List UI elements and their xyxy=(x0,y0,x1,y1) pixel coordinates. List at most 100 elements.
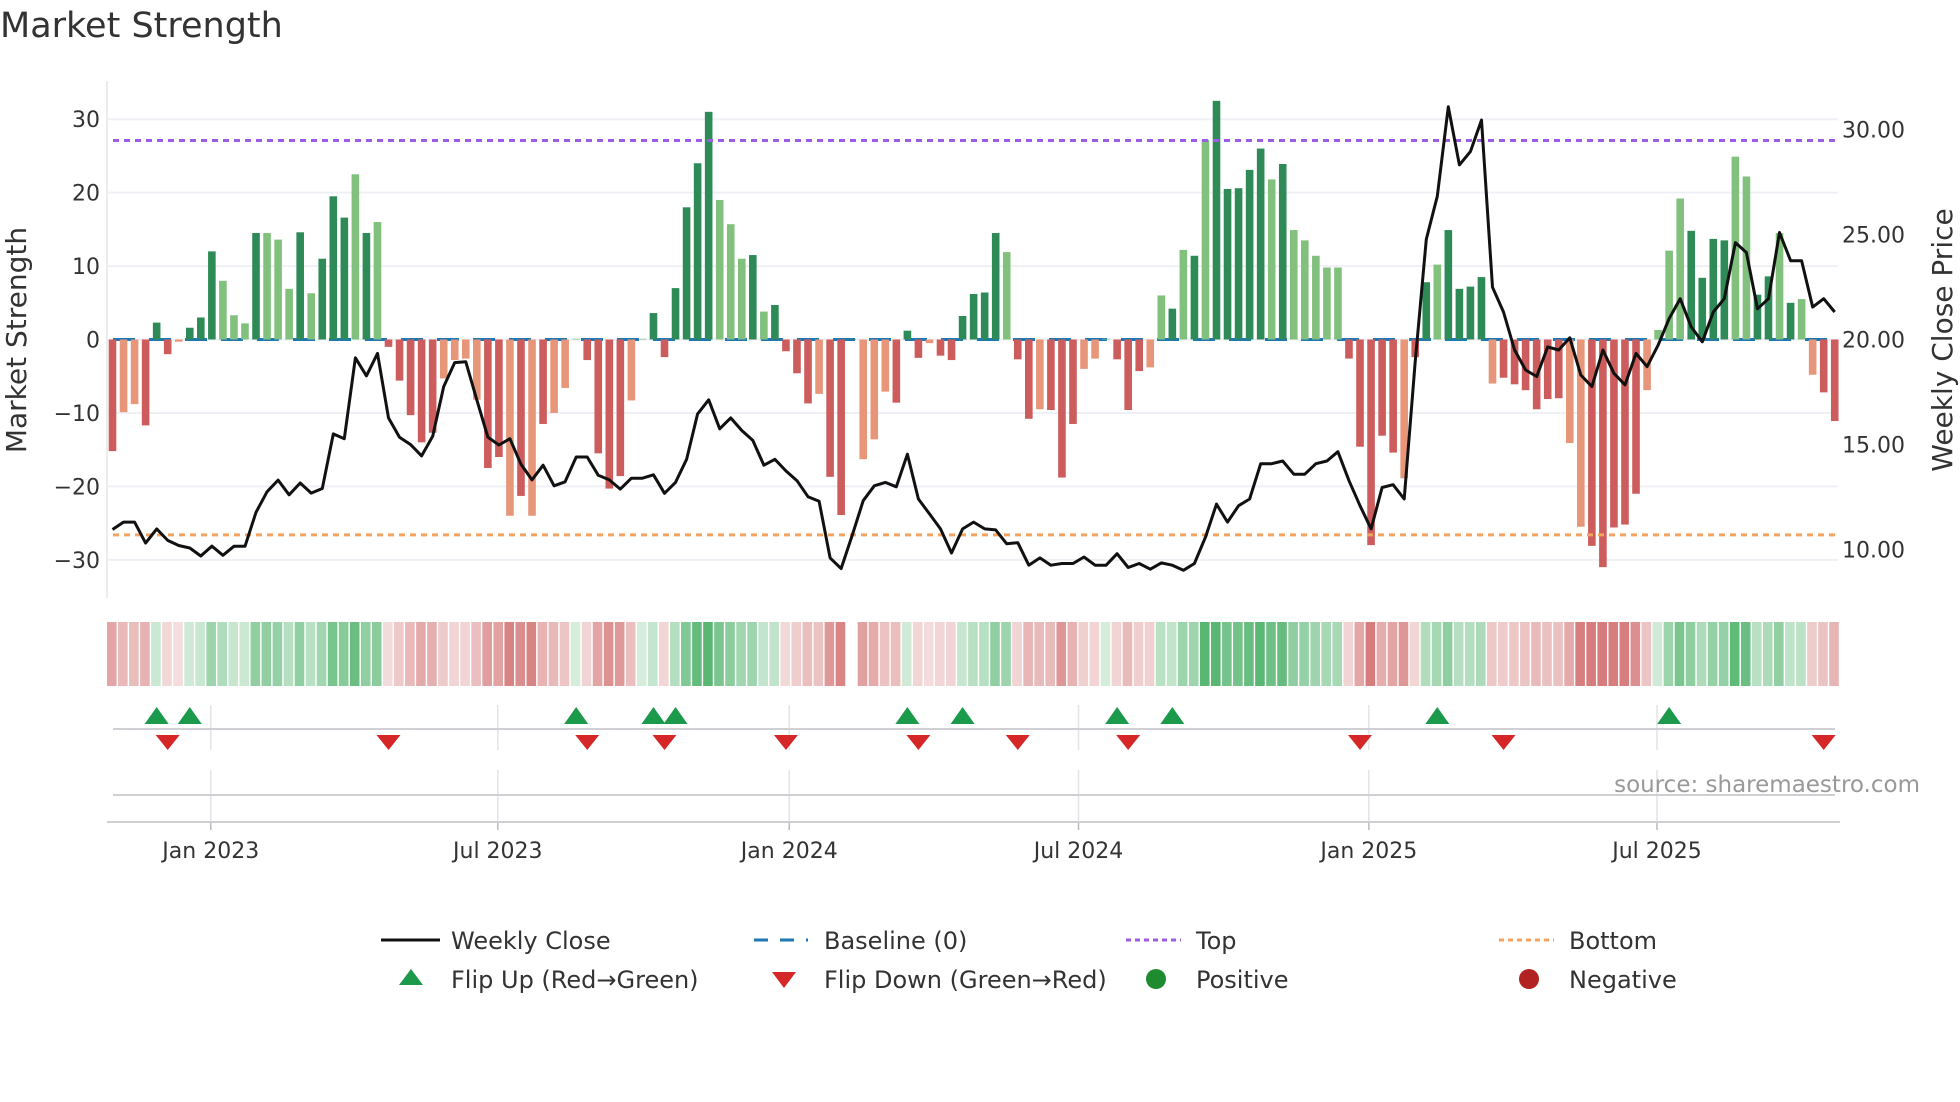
negative-dot-icon xyxy=(1519,969,1539,989)
heat-cell xyxy=(912,622,923,686)
positive-bar xyxy=(340,217,349,340)
market-strength-chart: 30 20 10 0 −10 −20 −30 30.00 25.00 20.00 15.00 10.0… xyxy=(0,81,1959,994)
positive-bar xyxy=(1797,299,1806,340)
positive-bar xyxy=(329,196,338,340)
heat-cell xyxy=(1564,622,1574,686)
flip-down-marker xyxy=(1005,735,1030,750)
heat-cell xyxy=(140,622,150,686)
negative-bar xyxy=(782,339,790,352)
negative-bar xyxy=(1135,339,1144,372)
heat-cell xyxy=(471,622,481,686)
flip-down-marker xyxy=(906,735,931,750)
heat-cell xyxy=(1409,622,1420,686)
heat-cell xyxy=(1818,622,1828,686)
heat-cell xyxy=(1751,622,1762,686)
heat-cell xyxy=(162,622,172,686)
legend-baseline: Baseline (0) xyxy=(824,927,967,955)
flip-up-marker xyxy=(663,707,688,724)
positive-bar xyxy=(760,311,768,340)
heat-cell xyxy=(1509,622,1519,686)
flip-down-marker xyxy=(1811,735,1836,750)
negative-bar xyxy=(936,339,945,356)
heat-cell xyxy=(1056,622,1067,686)
negative-bar xyxy=(1146,339,1155,368)
negative-bar xyxy=(119,339,128,413)
heat-cell xyxy=(526,622,537,686)
negative-bar xyxy=(539,339,547,424)
heat-cell xyxy=(1310,622,1320,686)
flip-up-marker xyxy=(177,707,202,724)
heat-cell xyxy=(1685,622,1696,686)
positive-bar xyxy=(1179,249,1188,340)
heat-cell xyxy=(250,622,261,686)
heat-cell xyxy=(261,622,272,686)
negative-bar xyxy=(1025,339,1033,419)
heat-cell xyxy=(206,622,216,686)
left-tick-label: 20 xyxy=(72,182,100,207)
positive-bar xyxy=(1201,139,1210,340)
negative-bar xyxy=(947,339,956,361)
heat-cell xyxy=(802,622,813,686)
heat-cell xyxy=(670,622,680,686)
positive-bar xyxy=(274,239,282,340)
negative-bar xyxy=(660,339,669,358)
positive-bar xyxy=(1002,252,1011,340)
heat-cell xyxy=(890,622,901,686)
heat-cell xyxy=(1674,622,1685,686)
positive-bar xyxy=(1477,277,1486,340)
flip-up-marker xyxy=(1425,707,1450,724)
heat-cell xyxy=(360,622,371,686)
negative-bar xyxy=(1047,339,1055,410)
negative-bar xyxy=(859,339,868,460)
heat-cell xyxy=(747,622,757,686)
heat-cell xyxy=(1299,622,1309,686)
left-tick-label: 30 xyxy=(72,108,100,133)
positive-bar xyxy=(263,233,271,340)
legend: Weekly Close Baseline (0) Top Bottom Fli… xyxy=(381,927,1677,994)
heat-cell xyxy=(1133,622,1144,686)
left-tick-label: 10 xyxy=(72,255,100,280)
heat-cell xyxy=(990,622,1000,686)
heat-cell xyxy=(1774,622,1784,686)
heat-cell xyxy=(1343,622,1354,686)
heat-cell xyxy=(537,622,548,686)
heat-cell xyxy=(338,622,349,686)
positive-bar xyxy=(1323,267,1331,340)
negative-bar xyxy=(1378,339,1386,436)
heat-cell xyxy=(1122,622,1133,686)
negative-bar xyxy=(1036,339,1044,410)
negative-bar xyxy=(1124,339,1132,410)
heat-cell xyxy=(1001,622,1011,686)
heat-cell xyxy=(769,622,779,686)
positive-bar xyxy=(1190,255,1199,340)
negative-bar xyxy=(583,339,592,361)
heat-cell xyxy=(1763,622,1773,686)
positive-bar xyxy=(1334,267,1342,340)
negative-bar xyxy=(1091,339,1099,359)
heat-cell xyxy=(725,622,735,686)
heat-cell xyxy=(581,622,592,686)
flip-down-marker xyxy=(575,735,600,750)
flip-down-marker xyxy=(1116,735,1141,750)
heat-cell xyxy=(1012,622,1022,686)
positive-bar xyxy=(1466,286,1475,340)
heat-cell xyxy=(1663,622,1674,686)
negative-bar xyxy=(1819,339,1828,393)
negative-bar xyxy=(528,339,536,516)
heat-cell xyxy=(1387,622,1398,686)
heat-cell xyxy=(449,622,459,686)
heat-cell xyxy=(1475,622,1486,686)
heat-cell xyxy=(791,622,802,686)
x-tick-label: Jul 2024 xyxy=(1032,839,1124,864)
positive-bar xyxy=(737,258,746,340)
heat-cell xyxy=(1332,622,1343,686)
negative-bar xyxy=(594,339,603,454)
heat-cell xyxy=(316,622,327,686)
positive-bar xyxy=(1455,288,1464,340)
heat-cell xyxy=(349,622,360,686)
negative-bar xyxy=(870,339,879,440)
heat-cell xyxy=(1100,622,1111,686)
positive-bar xyxy=(1168,308,1177,340)
flip-up-marker xyxy=(950,707,975,724)
positive-dot-icon xyxy=(1146,969,1166,989)
